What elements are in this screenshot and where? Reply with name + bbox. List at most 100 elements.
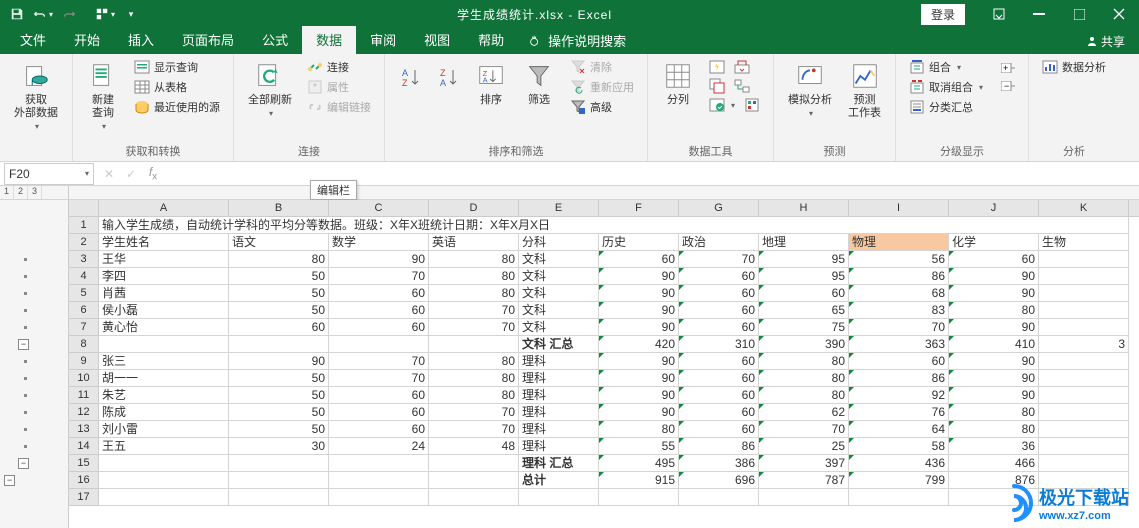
- cell[interactable]: [1039, 370, 1129, 387]
- cell[interactable]: 80: [599, 421, 679, 438]
- refresh-all-button[interactable]: 全部刷新▾: [244, 58, 296, 121]
- col-header-F[interactable]: F: [599, 200, 679, 216]
- cell[interactable]: 397: [759, 455, 849, 472]
- cell[interactable]: [1039, 251, 1129, 268]
- cell[interactable]: [1039, 404, 1129, 421]
- name-box[interactable]: F20▾: [4, 163, 94, 185]
- tab-页面布局[interactable]: 页面布局: [168, 26, 248, 54]
- cell[interactable]: 390: [759, 336, 849, 353]
- cell[interactable]: 王华: [99, 251, 229, 268]
- cell[interactable]: 文科: [519, 268, 599, 285]
- cell[interactable]: 80: [429, 387, 519, 404]
- cell[interactable]: 60: [329, 421, 429, 438]
- cell[interactable]: 24: [329, 438, 429, 455]
- cell[interactable]: 60: [679, 404, 759, 421]
- cell[interactable]: 915: [599, 472, 679, 489]
- cell[interactable]: 理科 汇总: [519, 455, 599, 472]
- get-external-data-button[interactable]: 获取 外部数据▾: [10, 58, 62, 134]
- cell[interactable]: 80: [759, 387, 849, 404]
- sort-desc-button[interactable]: ZA: [433, 58, 463, 90]
- cell[interactable]: 55: [599, 438, 679, 455]
- cell[interactable]: 86: [679, 438, 759, 455]
- cell[interactable]: [679, 489, 759, 506]
- cell[interactable]: 50: [229, 387, 329, 404]
- maximize-button[interactable]: [1059, 0, 1099, 28]
- cell[interactable]: 理科: [519, 387, 599, 404]
- cell[interactable]: 48: [429, 438, 519, 455]
- cell[interactable]: 95: [759, 268, 849, 285]
- cell[interactable]: 75: [759, 319, 849, 336]
- cell[interactable]: 70: [429, 421, 519, 438]
- cell[interactable]: 50: [229, 268, 329, 285]
- cell[interactable]: 60: [679, 285, 759, 302]
- cell[interactable]: 310: [679, 336, 759, 353]
- flash-fill-icon[interactable]: [706, 58, 728, 76]
- cell[interactable]: 总计: [519, 472, 599, 489]
- cell[interactable]: [949, 489, 1039, 506]
- cell[interactable]: [229, 336, 329, 353]
- cell[interactable]: 696: [679, 472, 759, 489]
- remove-duplicates-icon[interactable]: [706, 77, 728, 95]
- cell[interactable]: [99, 472, 229, 489]
- advanced-filter-button[interactable]: 高级: [567, 98, 637, 116]
- cell[interactable]: [1039, 489, 1129, 506]
- cell[interactable]: 70: [329, 370, 429, 387]
- cell[interactable]: 分科: [519, 234, 599, 251]
- col-header-I[interactable]: I: [849, 200, 949, 216]
- save-icon[interactable]: [6, 3, 28, 25]
- cell[interactable]: [429, 455, 519, 472]
- share-button[interactable]: 共享: [1072, 29, 1139, 54]
- cell[interactable]: 理科: [519, 438, 599, 455]
- cell[interactable]: 386: [679, 455, 759, 472]
- cell[interactable]: 60: [679, 302, 759, 319]
- clear-filter-button[interactable]: 清除: [567, 58, 637, 76]
- cell[interactable]: 25: [759, 438, 849, 455]
- cell[interactable]: 64: [849, 421, 949, 438]
- cell[interactable]: 70: [759, 421, 849, 438]
- cell[interactable]: 70: [429, 302, 519, 319]
- cell[interactable]: 理科: [519, 421, 599, 438]
- row-header[interactable]: 4: [69, 268, 99, 285]
- cell[interactable]: 文科: [519, 302, 599, 319]
- cell[interactable]: 86: [849, 370, 949, 387]
- col-header-A[interactable]: A: [99, 200, 229, 216]
- cell[interactable]: [229, 472, 329, 489]
- cell[interactable]: [1039, 319, 1129, 336]
- col-header-E[interactable]: E: [519, 200, 599, 216]
- row-header[interactable]: 1: [69, 217, 99, 234]
- cell[interactable]: 胡一一: [99, 370, 229, 387]
- outline-level-3[interactable]: 3: [28, 186, 42, 199]
- sort-asc-button[interactable]: AZ: [395, 58, 425, 90]
- group-button[interactable]: 组合 ▾: [906, 58, 986, 76]
- cell[interactable]: 60: [679, 421, 759, 438]
- col-header-G[interactable]: G: [679, 200, 759, 216]
- cell[interactable]: 436: [849, 455, 949, 472]
- cell[interactable]: [329, 472, 429, 489]
- cell[interactable]: 90: [599, 387, 679, 404]
- row-header[interactable]: 15: [69, 455, 99, 472]
- tab-视图[interactable]: 视图: [410, 26, 464, 54]
- row-header[interactable]: 3: [69, 251, 99, 268]
- login-button[interactable]: 登录: [921, 4, 965, 25]
- cell[interactable]: 数学: [329, 234, 429, 251]
- cell[interactable]: 60: [329, 319, 429, 336]
- cell[interactable]: [599, 489, 679, 506]
- cell[interactable]: 90: [949, 387, 1039, 404]
- cell[interactable]: 70: [329, 353, 429, 370]
- tab-审阅[interactable]: 审阅: [356, 26, 410, 54]
- cell[interactable]: 90: [949, 370, 1039, 387]
- undo-icon[interactable]: ▾: [32, 3, 54, 25]
- cell[interactable]: [1039, 353, 1129, 370]
- cell[interactable]: 物理: [849, 234, 949, 251]
- tab-插入[interactable]: 插入: [114, 26, 168, 54]
- cell[interactable]: 90: [229, 353, 329, 370]
- text-to-columns-button[interactable]: 分列: [658, 58, 698, 109]
- outline-collapse-button[interactable]: −: [18, 339, 29, 350]
- reapply-button[interactable]: 重新应用: [567, 78, 637, 96]
- cell[interactable]: 文科: [519, 285, 599, 302]
- col-header-B[interactable]: B: [229, 200, 329, 216]
- row-header[interactable]: 9: [69, 353, 99, 370]
- cell[interactable]: 60: [759, 285, 849, 302]
- minimize-button[interactable]: [1019, 0, 1059, 28]
- cell[interactable]: 70: [679, 251, 759, 268]
